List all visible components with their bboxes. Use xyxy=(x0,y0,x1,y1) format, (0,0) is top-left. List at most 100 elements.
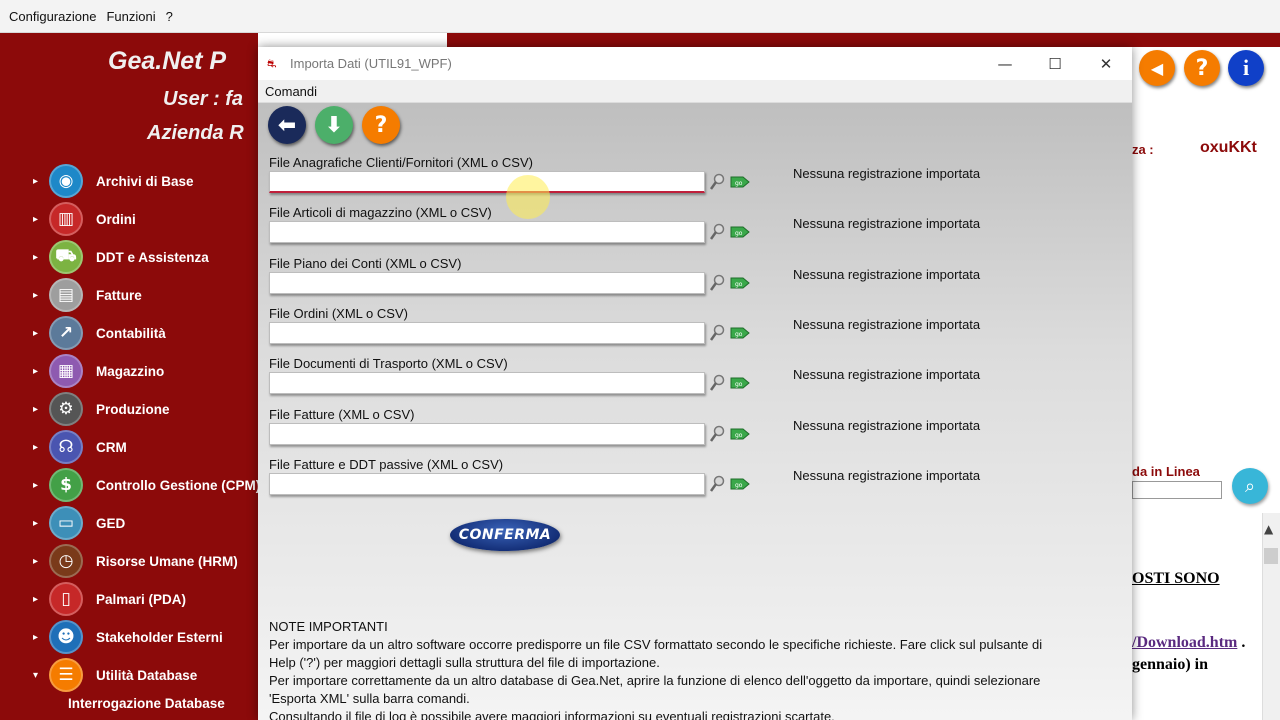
chevron-right-icon[interactable]: ▸ xyxy=(33,480,38,491)
scroll-thumb[interactable] xyxy=(1264,548,1278,564)
go-icon[interactable]: go xyxy=(729,374,751,392)
chevron-right-icon[interactable]: ▸ xyxy=(33,404,38,415)
file-path-input[interactable] xyxy=(269,271,705,294)
chevron-right-icon[interactable]: ▸ xyxy=(33,176,38,187)
arrow-down-icon: ⬇ xyxy=(324,112,344,138)
sidebar-item[interactable]: ▸ ⛟ DDT e Assistenza xyxy=(0,238,258,276)
browse-icon[interactable] xyxy=(709,425,726,443)
menu-help[interactable]: ? xyxy=(161,9,178,24)
sidebar-item[interactable]: ▸ ▯ Palmari (PDA) xyxy=(0,580,258,618)
news-scrollbar[interactable] xyxy=(1262,513,1280,720)
browse-icon[interactable] xyxy=(709,475,726,493)
dialog-help-button[interactable]: ? xyxy=(362,106,400,144)
book-icon: ▥ xyxy=(49,202,83,236)
file-path-input[interactable] xyxy=(269,472,705,495)
sidebar-item[interactable]: ▸ ☻ Stakeholder Esterni xyxy=(0,618,258,656)
chevron-down-icon[interactable]: ▾ xyxy=(33,670,38,681)
sidebar-subitem-interrogazione[interactable]: Interrogazione Database xyxy=(68,696,225,711)
go-icon[interactable]: go xyxy=(729,223,751,241)
import-status: Nessuna registrazione importata xyxy=(793,417,981,433)
sidebar-item[interactable]: ▸ ↗ Contabilità xyxy=(0,314,258,352)
file-path-input[interactable] xyxy=(269,221,705,244)
sidebar-item[interactable]: ▸ ⚙ Produzione xyxy=(0,390,258,428)
browse-icon[interactable] xyxy=(709,324,726,342)
close-icon: ✕ xyxy=(1099,55,1113,73)
sidebar-item[interactable]: ▸ ▥ Ordini xyxy=(0,200,258,238)
sidebar-item[interactable]: ▸ ▤ Fatture xyxy=(0,276,258,314)
go-icon[interactable]: go xyxy=(729,324,751,342)
sidebar-item[interactable]: ▸ ◉ Archivi di Base xyxy=(0,162,258,200)
go-icon[interactable]: go xyxy=(729,173,751,191)
search-icon: ⌕ xyxy=(1244,475,1256,497)
file-path-input[interactable] xyxy=(269,171,705,193)
menu-comandi[interactable]: Comandi xyxy=(265,84,317,99)
news-text: gennaio) in xyxy=(1132,656,1209,673)
app-window-icon: ⛐ xyxy=(267,57,277,70)
app-user: User : fa xyxy=(163,88,244,110)
help-button[interactable]: ? xyxy=(1184,50,1220,86)
sidebar-item[interactable]: ▾ ☰ Utilità Database xyxy=(0,656,258,694)
menu-configurazione[interactable]: Configurazione xyxy=(4,9,101,24)
chevron-right-icon[interactable]: ▸ xyxy=(33,594,38,605)
arrow-left-icon: ⬅ xyxy=(277,112,297,138)
file-path-input[interactable] xyxy=(269,372,705,395)
file-path-input[interactable] xyxy=(269,321,705,344)
download-button[interactable]: ⬇ xyxy=(315,106,353,144)
chevron-right-icon[interactable]: ▸ xyxy=(33,632,38,643)
headset-icon: ☊ xyxy=(49,430,83,464)
chevron-right-icon[interactable]: ▸ xyxy=(33,366,38,377)
sidebar-item[interactable]: ▸ ☊ CRM xyxy=(0,428,258,466)
news-heading: OSTI SONO xyxy=(1132,570,1220,587)
browse-icon[interactable] xyxy=(709,374,726,392)
megaphone-button[interactable]: ◀ xyxy=(1139,50,1175,86)
sidebar-item[interactable]: ▸ ▦ Magazzino xyxy=(0,352,258,390)
dialog-title: Importa Dati (UTIL91_WPF) xyxy=(290,56,452,71)
sidebar-item-label: GED xyxy=(96,515,126,531)
scroll-up-icon[interactable]: ▲ xyxy=(1264,522,1273,536)
chevron-right-icon[interactable]: ▸ xyxy=(33,252,38,263)
menu-funzioni[interactable]: Funzioni xyxy=(101,9,160,24)
info-button[interactable]: i xyxy=(1228,50,1264,86)
chevron-right-icon[interactable]: ▸ xyxy=(33,518,38,529)
svg-text:go: go xyxy=(735,432,743,439)
sidebar: Gea.Net P User : fa Azienda R ▸ ◉ Archivi … xyxy=(0,33,260,720)
browse-icon[interactable] xyxy=(709,223,726,241)
sidebar-item-label: CRM xyxy=(96,439,127,455)
download-link[interactable]: /Download.htm xyxy=(1132,634,1237,651)
warehouse-icon: ▦ xyxy=(49,354,83,388)
chevron-right-icon[interactable]: ▸ xyxy=(33,556,38,567)
browse-icon[interactable] xyxy=(709,274,726,292)
sidebar-item[interactable]: ▸ ▭ GED xyxy=(0,504,258,542)
file-path-input[interactable] xyxy=(269,422,705,445)
conferma-button[interactable]: CONFERMA xyxy=(450,519,560,551)
close-button[interactable]: ✕ xyxy=(1083,51,1129,77)
go-icon[interactable]: go xyxy=(729,475,751,493)
megaphone-icon: ◀ xyxy=(1150,58,1164,78)
browse-icon[interactable] xyxy=(709,173,726,191)
notes-line: Consultando il file di log è possibile a… xyxy=(269,709,835,720)
minimize-button[interactable]: — xyxy=(982,51,1028,77)
chevron-right-icon[interactable]: ▸ xyxy=(33,328,38,339)
maximize-button[interactable]: ☐ xyxy=(1032,51,1078,77)
import-status: Nessuna registrazione importata xyxy=(793,266,981,282)
dialog-menubar: Comandi xyxy=(258,80,1132,103)
sidebar-item[interactable]: ▸ $ Controllo Gestione (CPM) xyxy=(0,466,260,504)
sidebar-item-label: DDT e Assistenza xyxy=(96,249,209,265)
import-status: Nessuna registrazione importata xyxy=(793,316,981,332)
sidebar-item[interactable]: ▸ ◷ Risorse Umane (HRM) xyxy=(0,542,258,580)
guida-search-button[interactable]: ⌕ xyxy=(1232,468,1268,504)
sidebar-item-label: Risorse Umane (HRM) xyxy=(96,553,238,569)
back-button[interactable]: ⬅ xyxy=(268,106,306,144)
question-icon: ? xyxy=(1195,55,1209,81)
go-icon[interactable]: go xyxy=(729,274,751,292)
chevron-right-icon[interactable]: ▸ xyxy=(33,290,38,301)
dialog-titlebar[interactable]: ⛐ Importa Dati (UTIL91_WPF) — ☐ ✕ xyxy=(258,47,1132,80)
news-link-tail: . xyxy=(1237,634,1246,651)
go-icon[interactable]: go xyxy=(729,425,751,443)
guida-search-input[interactable] xyxy=(1132,481,1222,499)
sidebar-item-label: Magazzino xyxy=(96,363,165,379)
chevron-right-icon[interactable]: ▸ xyxy=(33,214,38,225)
import-status: Nessuna registrazione importata xyxy=(793,216,981,232)
svg-text:go: go xyxy=(735,281,743,288)
chevron-right-icon[interactable]: ▸ xyxy=(33,442,38,453)
